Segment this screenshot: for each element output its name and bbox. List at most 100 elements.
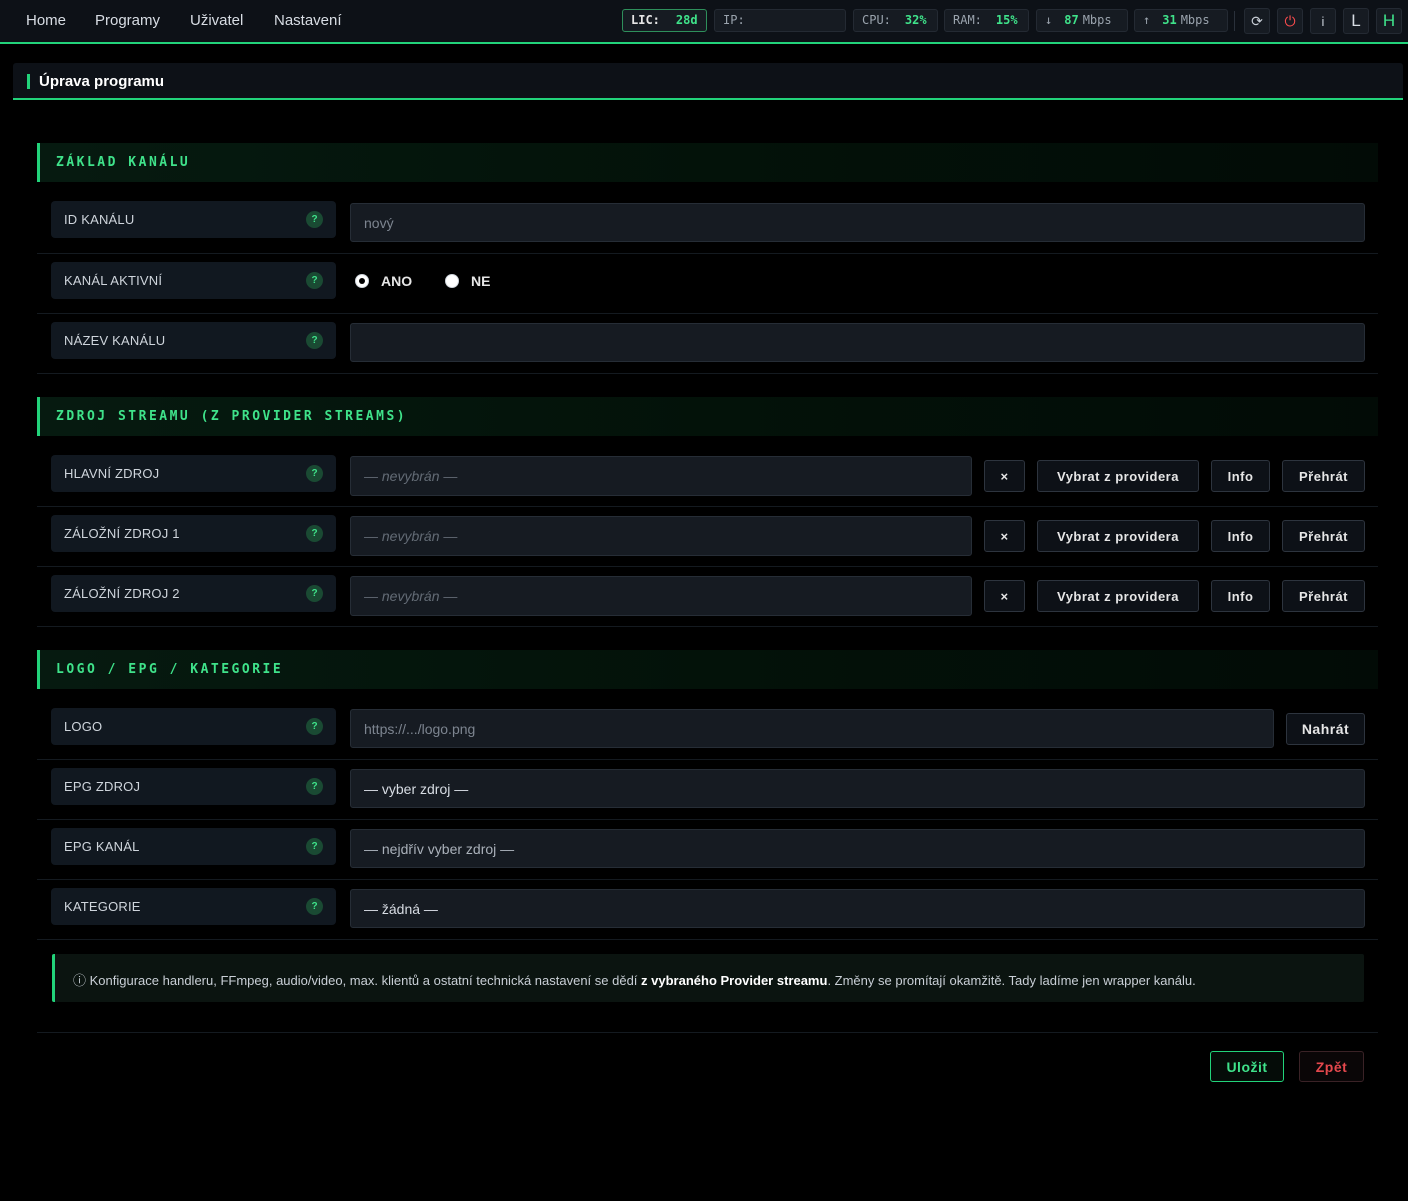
refresh-button[interactable]: ⟳	[1244, 8, 1270, 34]
channel-active-label: KANÁL AKTIVNÍ ?	[51, 262, 336, 299]
footer-divider	[37, 1032, 1378, 1033]
backup-source-2-input[interactable]	[350, 576, 972, 616]
channel-name-label: NÁZEV KANÁLU ?	[51, 322, 336, 359]
arrow-up-icon: ↑	[1143, 13, 1151, 27]
category-help-icon[interactable]: ?	[306, 898, 323, 915]
arrow-down-icon: ↓	[1045, 13, 1053, 27]
backup-source-2-clear-button[interactable]: ×	[984, 580, 1025, 612]
cpu-value: 32%	[904, 13, 927, 27]
h-label: H	[1382, 11, 1396, 30]
license-badge: LIC: 28d	[622, 9, 707, 32]
logo-label: LOGO ?	[51, 708, 336, 745]
epg-channel-select[interactable]: — nejdřív vyber zdroj —	[350, 829, 1365, 868]
backup-source-2-label: ZÁLOŽNÍ ZDROJ 2 ?	[51, 575, 336, 612]
channel-id-label-text: ID KANÁLU	[64, 212, 135, 227]
section-basic-title: ZÁKLAD KANÁLU	[56, 155, 191, 170]
ip-badge: IP:	[714, 9, 846, 32]
h-button[interactable]: H	[1376, 8, 1402, 34]
main-source-input[interactable]	[350, 456, 972, 496]
main-source-play-button[interactable]: Přehrát	[1282, 460, 1365, 492]
info-icon: i	[1321, 13, 1325, 29]
note-text-before: Konfigurace handleru, FFmpeg, audio/vide…	[89, 973, 642, 988]
channel-name-input[interactable]	[350, 323, 1365, 362]
backup-source-2-play-button[interactable]: Přehrát	[1282, 580, 1365, 612]
cpu-badge: CPU: 32%	[853, 9, 938, 32]
main-source-help-icon[interactable]: ?	[306, 465, 323, 482]
backup-source-1-pick-button[interactable]: Vybrat z providera	[1037, 520, 1199, 552]
epg-channel-label: EPG KANÁL ?	[51, 828, 336, 865]
epg-channel-label-text: EPG KANÁL	[64, 839, 140, 854]
nav-programy[interactable]: Programy	[95, 12, 160, 29]
epg-source-select[interactable]: — vyber zdroj —	[350, 769, 1365, 808]
logo-label-text: LOGO	[64, 719, 103, 734]
note-text-bold: z vybraného Provider streamu	[641, 973, 828, 988]
section-meta-header: LOGO / EPG / KATEGORIE	[37, 650, 1378, 689]
backup-source-2-pick-button[interactable]: Vybrat z providera	[1037, 580, 1199, 612]
upload-badge: ↑ 31 Mbps	[1134, 9, 1228, 32]
channel-active-label-text: KANÁL AKTIVNÍ	[64, 273, 163, 288]
ram-label: RAM:	[953, 13, 982, 27]
ip-label: IP:	[723, 13, 745, 27]
channel-id-label: ID KANÁLU ?	[51, 201, 336, 238]
backup-source-1-help-icon[interactable]: ?	[306, 525, 323, 542]
row-divider	[37, 759, 1378, 760]
download-value: 87	[1064, 13, 1079, 27]
page-header: Úprava programu	[13, 63, 1403, 100]
main-source-pick-button[interactable]: Vybrat z providera	[1037, 460, 1199, 492]
nav-nastaveni[interactable]: Nastavení	[274, 12, 342, 29]
logo-url-input[interactable]	[350, 709, 1274, 748]
note-text-after: . Změny se promítají okamžitě. Tady ladí…	[827, 973, 1196, 988]
row-divider	[37, 253, 1378, 254]
logo-upload-button[interactable]: Nahrát	[1286, 713, 1365, 745]
active-yes-radio[interactable]: ANO	[355, 273, 412, 289]
epg-channel-help-icon[interactable]: ?	[306, 838, 323, 855]
l-button[interactable]: L	[1343, 8, 1369, 34]
cpu-label: CPU:	[862, 13, 891, 27]
radio-unchecked-icon	[445, 274, 459, 288]
main-source-label: HLAVNÍ ZDROJ ?	[51, 455, 336, 492]
info-button[interactable]: i	[1310, 8, 1336, 34]
logo-help-icon[interactable]: ?	[306, 718, 323, 735]
backup-source-2-label-text: ZÁLOŽNÍ ZDROJ 2	[64, 586, 180, 601]
backup-source-1-input[interactable]	[350, 516, 972, 556]
backup-source-2-info-button[interactable]: Info	[1211, 580, 1270, 612]
section-stream-header: ZDROJ STREAMU (Z PROVIDER STREAMS)	[37, 397, 1378, 436]
back-button[interactable]: Zpět	[1299, 1051, 1364, 1082]
backup-source-1-play-button[interactable]: Přehrát	[1282, 520, 1365, 552]
row-divider	[37, 373, 1378, 374]
epg-source-help-icon[interactable]: ?	[306, 778, 323, 795]
section-meta-title: LOGO / EPG / KATEGORIE	[56, 662, 284, 677]
channel-active-help-icon[interactable]: ?	[306, 272, 323, 289]
backup-source-2-help-icon[interactable]: ?	[306, 585, 323, 602]
category-select[interactable]: — žádná —	[350, 889, 1365, 928]
refresh-icon: ⟳	[1251, 12, 1263, 29]
power-button[interactable]: ⏻	[1277, 8, 1303, 34]
category-label-text: KATEGORIE	[64, 899, 141, 914]
row-divider	[37, 626, 1378, 627]
backup-source-1-label: ZÁLOŽNÍ ZDROJ 1 ?	[51, 515, 336, 552]
channel-id-input[interactable]	[350, 203, 1365, 242]
license-label: LIC:	[631, 13, 660, 27]
l-label: L	[1351, 11, 1361, 30]
row-divider	[37, 819, 1378, 820]
main-source-info-button[interactable]: Info	[1211, 460, 1270, 492]
nav-uzivatel[interactable]: Uživatel	[190, 12, 243, 29]
epg-source-label: EPG ZDROJ ?	[51, 768, 336, 805]
backup-source-1-info-button[interactable]: Info	[1211, 520, 1270, 552]
active-no-radio[interactable]: NE	[445, 273, 490, 289]
nav-home[interactable]: Home	[26, 12, 66, 29]
backup-source-1-clear-button[interactable]: ×	[984, 520, 1025, 552]
close-icon: ×	[1000, 468, 1009, 484]
backup-source-1-label-text: ZÁLOŽNÍ ZDROJ 1	[64, 526, 180, 541]
save-button[interactable]: Uložit	[1210, 1051, 1284, 1082]
channel-id-help-icon[interactable]: ?	[306, 211, 323, 228]
channel-name-help-icon[interactable]: ?	[306, 332, 323, 349]
main-source-label-text: HLAVNÍ ZDROJ	[64, 466, 160, 481]
section-stream-title: ZDROJ STREAMU (Z PROVIDER STREAMS)	[56, 409, 408, 424]
header-accent-bar	[27, 74, 30, 89]
row-divider	[37, 506, 1378, 507]
toolbar-divider	[1234, 11, 1235, 31]
channel-name-label-text: NÁZEV KANÁLU	[64, 333, 166, 348]
main-source-clear-button[interactable]: ×	[984, 460, 1025, 492]
row-divider	[37, 313, 1378, 314]
